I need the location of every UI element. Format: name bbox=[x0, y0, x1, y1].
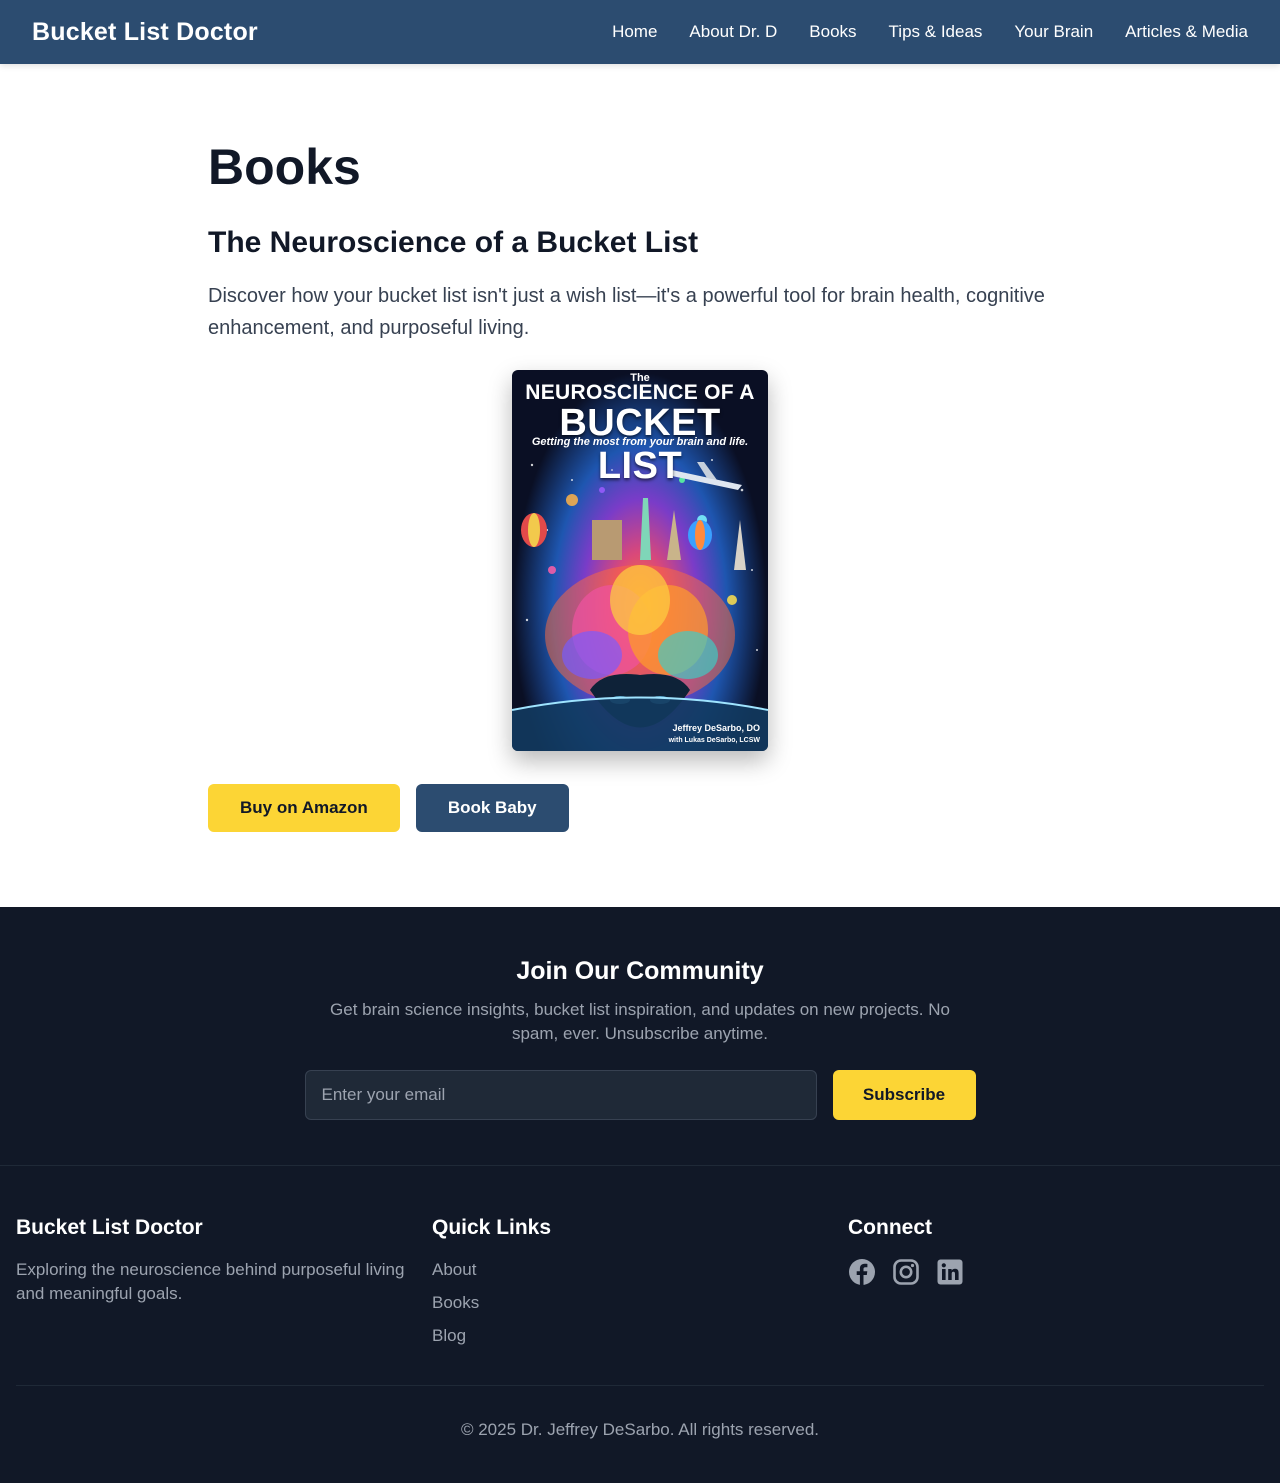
nav-home[interactable]: Home bbox=[612, 22, 657, 42]
book-title: The Neuroscience of a Bucket List bbox=[208, 226, 699, 259]
list-item: Blog bbox=[432, 1324, 848, 1349]
footer-connect-column: Connect bbox=[848, 1216, 1264, 1357]
footer-brand-title: Bucket List Doctor bbox=[16, 1216, 203, 1239]
nav-about[interactable]: About Dr. D bbox=[689, 22, 777, 42]
list-item: About bbox=[432, 1258, 848, 1283]
book-description: Discover how your bucket list isn't just… bbox=[208, 285, 1045, 339]
footer-connect-title: Connect bbox=[848, 1216, 932, 1239]
book-cover-image: The NEUROSCIENCE OF A BUCKET LIST Gettin… bbox=[512, 370, 768, 751]
page-title: Books bbox=[208, 139, 361, 195]
site-logo[interactable]: Bucket List Doctor bbox=[32, 18, 258, 47]
newsletter-form: Subscribe bbox=[0, 1070, 1280, 1120]
copyright: © 2025 Dr. Jeffrey DeSarbo. All rights r… bbox=[16, 1385, 1264, 1440]
footer-links-list: About Books Blog bbox=[432, 1258, 848, 1349]
footer-columns: Bucket List Doctor Exploring the neurosc… bbox=[16, 1216, 1264, 1357]
nav-articles-media[interactable]: Articles & Media bbox=[1125, 22, 1248, 42]
subscribe-button[interactable]: Subscribe bbox=[832, 1070, 976, 1120]
email-input[interactable] bbox=[304, 1070, 817, 1120]
newsletter-description: Get brain science insights, bucket list … bbox=[330, 1000, 950, 1043]
nav-your-brain[interactable]: Your Brain bbox=[1014, 22, 1093, 42]
book-baby-button[interactable]: Book Baby bbox=[415, 784, 569, 832]
buy-on-amazon-button[interactable]: Buy on Amazon bbox=[208, 784, 400, 832]
newsletter-section: Join Our Community Get brain science ins… bbox=[0, 907, 1280, 1166]
footer-link-books[interactable]: Books bbox=[432, 1293, 479, 1312]
footer-links-column: Quick Links About Books Blog bbox=[432, 1216, 848, 1357]
nav-tips-ideas[interactable]: Tips & Ideas bbox=[889, 22, 983, 42]
purchase-buttons: Buy on Amazon Book Baby bbox=[208, 784, 1072, 832]
linkedin-icon[interactable] bbox=[936, 1258, 964, 1286]
footer-brand-text: Exploring the neuroscience behind purpos… bbox=[16, 1260, 405, 1303]
footer-link-blog[interactable]: Blog bbox=[432, 1326, 466, 1345]
cover-author: Jeffrey DeSarbo, DO bbox=[672, 723, 760, 733]
book-cover-container: The NEUROSCIENCE OF A BUCKET LIST Gettin… bbox=[208, 370, 1072, 751]
site-header: Bucket List Doctor Home About Dr. D Book… bbox=[0, 0, 1280, 64]
instagram-icon[interactable] bbox=[892, 1258, 920, 1286]
social-links bbox=[848, 1258, 1264, 1286]
cover-coauthor: with Lukas DeSarbo, LCSW bbox=[668, 737, 760, 744]
footer-link-about[interactable]: About bbox=[432, 1260, 476, 1279]
main-nav: Home About Dr. D Books Tips & Ideas Your… bbox=[612, 22, 1248, 42]
nav-books[interactable]: Books bbox=[809, 22, 856, 42]
site-footer: Bucket List Doctor Exploring the neurosc… bbox=[0, 1166, 1280, 1483]
newsletter-title: Join Our Community bbox=[516, 957, 764, 985]
facebook-icon[interactable] bbox=[848, 1258, 876, 1286]
footer-links-title: Quick Links bbox=[432, 1216, 552, 1239]
list-item: Books bbox=[432, 1291, 848, 1316]
cover-tagline: Getting the most from your brain and lif… bbox=[531, 436, 749, 448]
footer-about-column: Bucket List Doctor Exploring the neurosc… bbox=[16, 1216, 432, 1357]
main-content: Books The Neuroscience of a Bucket List … bbox=[208, 64, 1072, 907]
